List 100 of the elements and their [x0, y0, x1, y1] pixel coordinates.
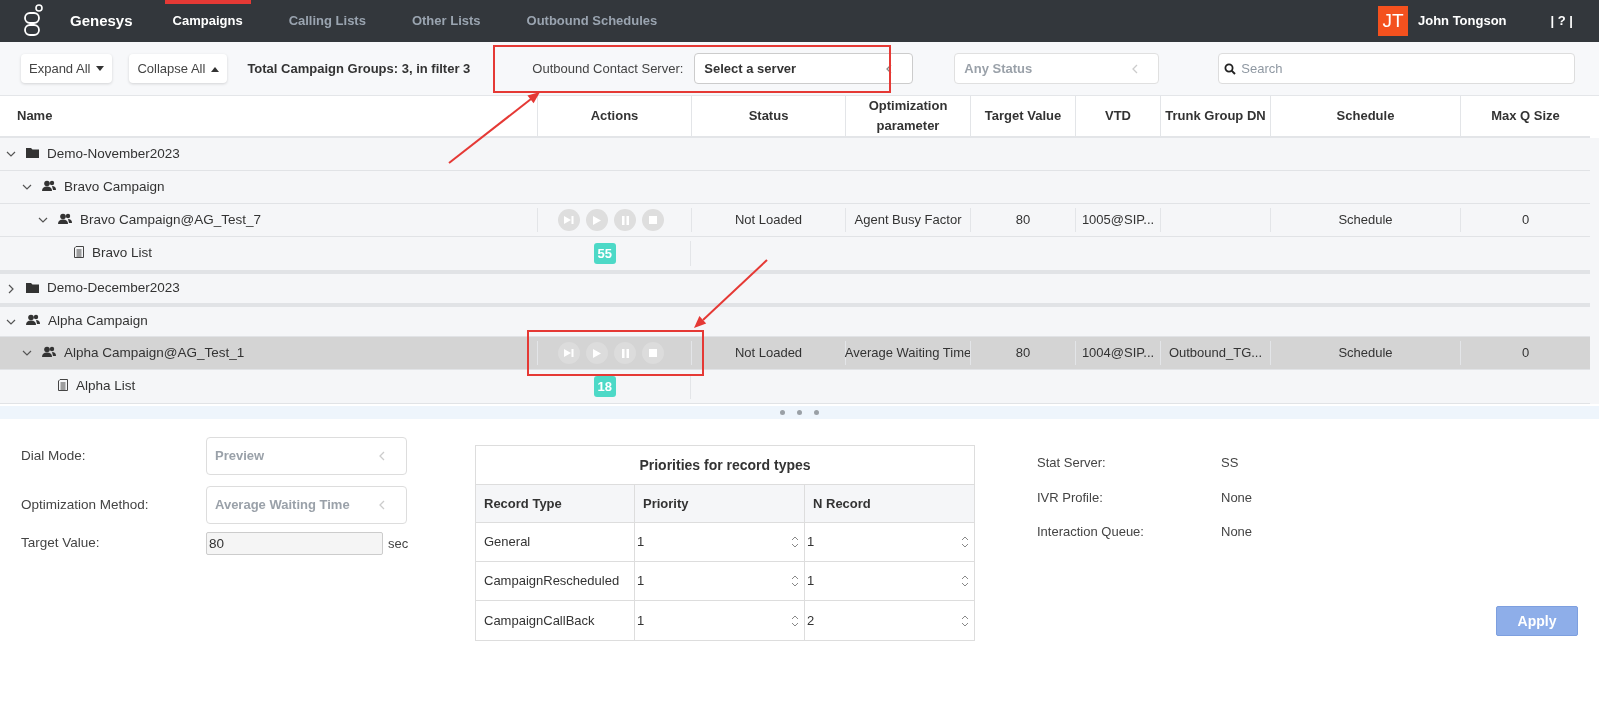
field-label: Target Value: [21, 534, 101, 553]
table-cell: Average Waiting Time [845, 341, 970, 365]
info-label: Stat Server: [1037, 454, 1107, 472]
table-cell-text: CampaignRescheduled [483, 572, 621, 591]
column-header[interactable]: Optimization parameter [845, 96, 970, 136]
number-field[interactable]: 1 [804, 562, 974, 600]
table-cell-text: CampaignCallBack [483, 611, 596, 630]
row-name[interactable]: Bravo Campaign [64, 176, 165, 198]
table-cell: Schedule [1270, 341, 1460, 365]
spinner-icon [961, 536, 969, 548]
number-field[interactable]: 1 [804, 523, 974, 561]
pause-icon [621, 348, 629, 358]
chevron-left-icon [1131, 62, 1140, 75]
info-value: None [1221, 523, 1253, 541]
row-name[interactable]: Alpha Campaign@AG_Test_1 [64, 342, 245, 364]
info-label: Interaction Queue: [1037, 523, 1145, 541]
row-name[interactable]: Alpha Campaign [48, 311, 148, 332]
column-header: Priority [634, 485, 804, 522]
expand-all-button[interactable]: Expand All [21, 54, 113, 83]
user-name[interactable]: John Tongson [1417, 11, 1507, 31]
search-input[interactable]: Search [1241, 58, 1570, 79]
column-header[interactable]: Target Value [970, 96, 1075, 136]
caret-up-icon [211, 65, 220, 72]
stop-icon [649, 349, 657, 357]
spinner-icon [791, 575, 799, 587]
search-field[interactable]: Search [1218, 53, 1576, 84]
table-cell: 0 [1460, 208, 1590, 232]
people-icon [26, 314, 40, 326]
collapse-all-button[interactable]: Collapse All [129, 54, 228, 83]
skip-icon [564, 216, 574, 224]
brand-name: Genesys [70, 10, 133, 31]
spinner-icon [791, 536, 799, 548]
row-name[interactable]: Bravo Campaign@AG_Test_7 [80, 209, 262, 231]
status-cell: Not Loaded [691, 341, 845, 365]
campaign-group-total: Total Campaign Groups: 3, in filter 3 [247, 59, 471, 78]
resize-handle[interactable] [0, 406, 1599, 419]
table-row[interactable]: Alpha Campaign@AG_Test_1 Not Loaded Average Waiting Time 80 1004@SIP... Outbound_TG... Schedule 0 [0, 337, 1590, 370]
column-header[interactable]: Actions [537, 96, 691, 136]
spinner-icon [961, 614, 969, 627]
number-field[interactable]: 2 [804, 601, 974, 640]
table-cell: Schedule [1270, 208, 1460, 232]
people-icon [58, 212, 72, 225]
table-cell: 1005@SIP... [1075, 208, 1160, 232]
document-icon [74, 246, 84, 258]
nav-tab[interactable]: Outbound Schedules [518, 0, 666, 42]
server-label: Outbound Contact Server: [532, 59, 684, 78]
input-field[interactable]: 80 [206, 532, 383, 555]
table-row[interactable]: Demo-December2023 [0, 271, 1590, 304]
table-cell: 80 [970, 208, 1075, 232]
column-header[interactable]: Schedule [1270, 96, 1460, 136]
nav-tab[interactable]: Calling Lists [280, 0, 374, 42]
search-icon [1224, 62, 1237, 75]
people-icon [42, 345, 56, 358]
chevron-left-icon [378, 499, 386, 511]
column-header[interactable]: Status [691, 96, 845, 136]
chevron-down-icon[interactable] [22, 182, 32, 192]
row-name[interactable]: Demo-December2023 [47, 278, 180, 299]
column-header[interactable]: Name [0, 96, 537, 136]
row-name[interactable]: Bravo List [92, 243, 153, 264]
status-cell: Not Loaded [691, 208, 845, 232]
column-header[interactable]: VTD [1075, 96, 1160, 136]
info-value: SS [1221, 454, 1239, 472]
number-field[interactable]: 1 [634, 523, 804, 561]
field-label: Optimization Method: [21, 495, 150, 514]
info-value: None [1221, 488, 1253, 507]
count-badge: 55 [593, 243, 616, 264]
help-link[interactable]: | ? | [1550, 11, 1573, 31]
spinner-icon [961, 575, 969, 587]
caret-down-icon [96, 65, 105, 72]
column-header: N Record [804, 485, 974, 522]
play-icon [593, 215, 601, 225]
table-row[interactable]: Alpha Campaign [0, 304, 1590, 337]
table-cell: 80 [970, 341, 1075, 365]
nav-tab[interactable]: Other Lists [403, 0, 489, 42]
number-field[interactable]: 1 [634, 601, 804, 640]
unit-label: sec [388, 534, 409, 553]
column-header[interactable]: Trunk Group DN [1160, 96, 1270, 136]
table-cell: Agent Busy Factor [845, 208, 970, 232]
logo-icon [22, 4, 44, 38]
column-header[interactable]: Max Q Size [1460, 96, 1590, 136]
row-name[interactable]: Demo-November2023 [47, 143, 180, 165]
server-select[interactable]: Select a server [694, 53, 914, 84]
folder-icon [26, 281, 39, 293]
count-badge: 18 [593, 376, 616, 397]
chevron-right-icon[interactable] [6, 283, 16, 294]
table-cell: Outbound_TG... [1160, 341, 1270, 365]
row-name[interactable]: Alpha List [76, 376, 136, 397]
play-icon [593, 348, 601, 358]
number-field[interactable]: 1 [634, 562, 804, 600]
table-cell: 1004@SIP... [1075, 341, 1160, 365]
chevron-down-icon[interactable] [6, 149, 16, 159]
info-label: IVR Profile: [1037, 488, 1104, 507]
chevron-left-icon [378, 450, 386, 462]
chevron-down-icon[interactable] [38, 215, 48, 225]
people-icon [42, 179, 56, 192]
skip-icon [564, 349, 574, 357]
folder-icon [26, 147, 39, 158]
spinner-icon [791, 614, 799, 627]
stop-icon [649, 216, 657, 224]
chevron-down-icon[interactable] [22, 348, 32, 358]
